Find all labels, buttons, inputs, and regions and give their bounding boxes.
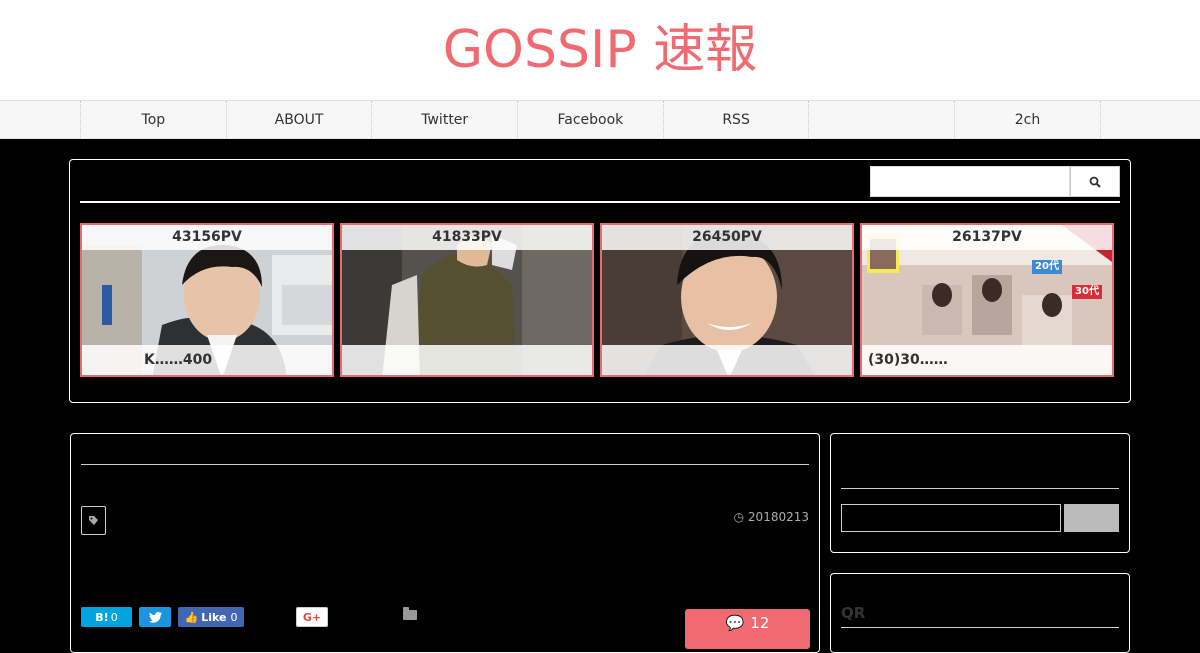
header-search xyxy=(870,166,1120,197)
pv-count: 43156PV xyxy=(82,225,332,250)
qr-title: QR xyxy=(841,604,866,622)
gplus-label: G+ xyxy=(302,610,322,624)
pv-count: 41833PV xyxy=(342,225,592,250)
ranking-card[interactable]: 43156PV K……400 xyxy=(80,223,334,377)
thumbs-up-icon: 👍 xyxy=(184,610,199,624)
badge-20s: 20代 xyxy=(1035,261,1059,272)
nav-item-2ch[interactable]: 2ch xyxy=(955,101,1101,139)
nav-item-top[interactable]: Top xyxy=(81,101,227,139)
card-caption: (30)30…… xyxy=(862,345,1112,375)
card-caption xyxy=(342,345,592,375)
tag-glyph-icon xyxy=(89,516,98,525)
search-icon xyxy=(1089,176,1101,188)
comment-icon: 💬 xyxy=(725,614,745,632)
card-caption: K……400 xyxy=(82,345,332,375)
comments-button[interactable]: 💬 12 xyxy=(685,609,810,649)
twitter-icon xyxy=(148,611,162,623)
qr-divider xyxy=(841,627,1119,628)
sidebar-search-input[interactable] xyxy=(841,504,1061,532)
ranking-card[interactable]: 26137PV 20代 30代 (30)30…… xyxy=(860,223,1114,377)
sidebar-search-widget xyxy=(830,433,1130,553)
nav-item-about[interactable]: ABOUT xyxy=(227,101,373,139)
nav-item-empty[interactable] xyxy=(809,101,956,139)
ranking-divider xyxy=(80,201,1120,203)
folder-icon xyxy=(403,607,417,620)
fb-like-count: 0 xyxy=(230,610,238,624)
hatena-count: 0 xyxy=(110,610,118,624)
google-plus-button[interactable]: G+ xyxy=(296,607,328,627)
qr-widget: QR xyxy=(830,573,1130,653)
twitter-share-button[interactable] xyxy=(139,607,171,627)
nav-item-rss[interactable]: RSS xyxy=(664,101,810,139)
hatena-share-button[interactable]: B! 0 xyxy=(81,607,132,627)
ranking-box: 43156PV K……400 41833PV 26450PV 26137PV 2… xyxy=(69,159,1131,403)
nav-item-facebook[interactable]: Facebook xyxy=(518,101,664,139)
search-button[interactable] xyxy=(1070,166,1120,197)
pv-count: 26450PV xyxy=(602,225,852,250)
post-date: ◷ 20180213 xyxy=(734,510,809,524)
tag-icon[interactable] xyxy=(81,506,106,535)
hatena-label: B! xyxy=(95,610,109,624)
main-nav: Top ABOUT Twitter Facebook RSS 2ch xyxy=(0,100,1200,139)
site-title[interactable]: GOSSIP 速報 xyxy=(0,18,1200,82)
card-caption xyxy=(602,345,852,375)
comments-count: 12 xyxy=(750,614,770,632)
nav-item-twitter[interactable]: Twitter xyxy=(372,101,519,139)
pv-count: 26137PV xyxy=(862,225,1112,250)
fb-like-label: Like xyxy=(201,610,227,624)
sidebar-search-button[interactable] xyxy=(1064,504,1119,532)
article-divider xyxy=(81,464,809,465)
site-header: GOSSIP 速報 xyxy=(0,0,1200,100)
ranking-card[interactable]: 41833PV xyxy=(340,223,594,377)
facebook-like-button[interactable]: 👍 Like 0 xyxy=(178,607,244,627)
sidebar-divider xyxy=(841,488,1119,489)
clock-icon: ◷ xyxy=(733,510,745,524)
article-box: ◷ 20180213 B! 0 👍 Like 0 G+ 💬 12 xyxy=(70,433,820,653)
badge-30s: 30代 xyxy=(1075,286,1099,297)
post-date-text: 20180213 xyxy=(747,510,809,524)
search-input[interactable] xyxy=(870,166,1070,197)
ranking-card[interactable]: 26450PV xyxy=(600,223,854,377)
